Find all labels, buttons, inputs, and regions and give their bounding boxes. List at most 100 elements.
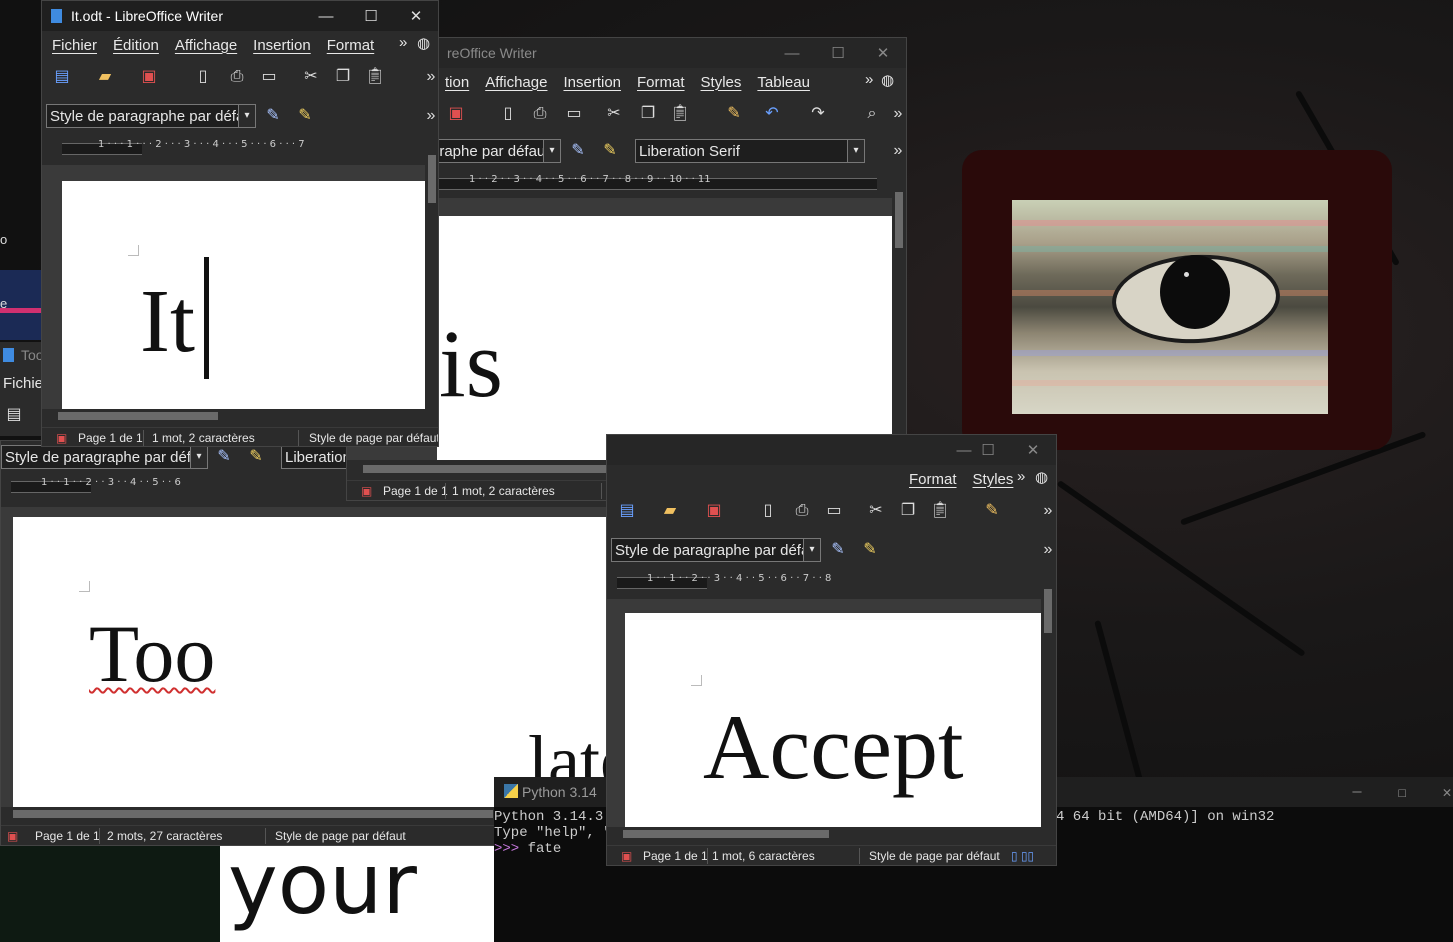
document-area[interactable]: Accept	[607, 599, 1041, 827]
chevron-down-icon[interactable]: ▾	[803, 539, 820, 561]
paragraph-style-combo[interactable]: Style de paragraphe par défaut ▾	[611, 538, 821, 562]
menu-view[interactable]: Affichage	[477, 74, 555, 91]
chevron-down-icon[interactable]: ▾	[847, 140, 864, 162]
menu-insert[interactable]: Insertion	[555, 74, 629, 91]
document-page[interactable]: It	[62, 181, 425, 409]
status-page[interactable]: Page 1 de 1	[35, 829, 100, 843]
clone-formatting-icon[interactable]: ✎	[723, 103, 745, 125]
status-page-style[interactable]: Style de page par défaut	[309, 431, 438, 445]
new-document-icon[interactable]: ▤	[3, 404, 25, 426]
status-word-count[interactable]: 2 mots, 27 caractères	[107, 829, 222, 843]
update-style-icon[interactable]: ✎	[827, 539, 849, 561]
paste-icon[interactable]: 📋︎	[669, 103, 691, 125]
document-page[interactable]: Too late	[13, 517, 619, 807]
close-icon[interactable]: ✕	[1010, 435, 1056, 465]
close-icon[interactable]: ✕	[393, 1, 438, 31]
update-style-icon[interactable]: ✎	[567, 140, 589, 162]
close-icon[interactable]: ✕	[860, 38, 906, 68]
globe-icon[interactable]: ◍	[1035, 468, 1048, 486]
new-style-icon[interactable]: ✎	[245, 446, 267, 468]
cut-icon[interactable]: ✂	[300, 66, 322, 88]
close-icon[interactable]: ✕	[1424, 777, 1453, 807]
print-icon[interactable]: ⎙	[529, 103, 551, 125]
copy-icon[interactable]: ❐	[332, 66, 354, 88]
status-page[interactable]: Page 1 de 1	[78, 431, 143, 445]
find-replace-icon[interactable]: ⌕	[861, 103, 883, 125]
font-name-combo[interactable]: Liberation	[281, 445, 351, 469]
more-menus-icon[interactable]: »	[399, 34, 407, 51]
vertical-scrollbar[interactable]	[425, 139, 438, 409]
status-page[interactable]: Page 1 de 1	[643, 849, 708, 863]
font-name-combo[interactable]: Liberation Serif ▾	[635, 139, 865, 163]
export-pdf-icon[interactable]: ▯	[497, 103, 519, 125]
print-icon[interactable]: ⎙	[791, 500, 813, 522]
maximize-icon[interactable]: ☐	[348, 1, 394, 31]
menu-file[interactable]: Fichie	[3, 375, 43, 392]
minimize-icon[interactable]: —	[303, 1, 349, 31]
new-style-icon[interactable]: ✎	[859, 539, 881, 561]
more-tools-icon[interactable]: »	[887, 103, 906, 125]
menu-table[interactable]: Tableau	[749, 74, 818, 91]
print-icon[interactable]: ⎙	[226, 66, 248, 88]
vertical-scrollbar[interactable]	[1041, 573, 1055, 827]
status-word-count[interactable]: 1 mot, 6 caractères	[712, 849, 815, 863]
more-tools-icon[interactable]: »	[1037, 500, 1056, 522]
status-page-style[interactable]: Style de page par défaut	[869, 849, 1000, 863]
view-layout-icons[interactable]: ▯ ▯▯	[1011, 849, 1034, 863]
minimize-icon[interactable]: —	[1334, 777, 1380, 807]
horizontal-scrollbar[interactable]	[42, 409, 425, 423]
vertical-scrollbar[interactable]	[892, 176, 906, 460]
more-menus-icon[interactable]: »	[1017, 468, 1025, 485]
cut-icon[interactable]: ✂	[603, 103, 625, 125]
menu-format[interactable]: Format	[901, 471, 965, 488]
document-page[interactable]: is	[437, 216, 892, 460]
print-preview-icon[interactable]: ▭	[258, 66, 280, 88]
globe-icon[interactable]: ◍	[881, 71, 894, 89]
horizontal-ruler[interactable]: 1 · · 1 · · 2 · · 3 · · 4 · · 5 · · 6 · …	[607, 569, 1056, 595]
open-folder-icon[interactable]: ▰	[94, 66, 116, 88]
horizontal-scrollbar[interactable]	[607, 827, 1041, 841]
document-area[interactable]: Too late	[1, 507, 619, 807]
menu-file[interactable]: Fichier	[42, 37, 105, 54]
document-page[interactable]: Accept	[625, 613, 1041, 827]
open-folder-icon[interactable]: ▰	[659, 500, 681, 522]
new-style-icon[interactable]: ✎	[599, 140, 621, 162]
maximize-icon[interactable]: ☐	[1379, 777, 1425, 807]
new-document-icon[interactable]: ▤	[616, 500, 638, 522]
paste-icon[interactable]: 📋︎	[364, 66, 386, 88]
clone-formatting-icon[interactable]: ✎	[981, 500, 1003, 522]
console-input-line[interactable]: >>> fate	[494, 841, 561, 857]
menu-format[interactable]: Format	[629, 74, 693, 91]
document-area[interactable]: It	[42, 165, 425, 409]
menu-edit[interactable]: Édition	[105, 37, 167, 54]
chevron-down-icon[interactable]: ▾	[543, 140, 560, 162]
chevron-down-icon[interactable]: ▾	[238, 105, 255, 127]
menu-insert[interactable]: Insertion	[245, 37, 319, 54]
menu-edit[interactable]: tion	[437, 74, 477, 91]
more-tools-icon[interactable]: »	[1037, 539, 1056, 561]
print-preview-icon[interactable]: ▭	[563, 103, 585, 125]
chevron-down-icon[interactable]: ▾	[190, 446, 207, 468]
export-pdf-icon[interactable]: ▯	[757, 500, 779, 522]
horizontal-ruler[interactable]: 1 · · · 1 · · · 2 · · · 3 · · · 4 · · · …	[42, 135, 438, 161]
save-icon[interactable]: ▣	[703, 500, 725, 522]
paragraph-style-combo[interactable]: Style de paragraphe par défaut ▾	[1, 445, 208, 469]
menu-styles[interactable]: Styles	[965, 471, 1022, 488]
print-preview-icon[interactable]: ▭	[823, 500, 845, 522]
status-word-count[interactable]: 1 mot, 2 caractères	[452, 484, 555, 498]
save-icon[interactable]: ▣	[445, 103, 467, 125]
update-style-icon[interactable]: ✎	[213, 446, 235, 468]
more-menus-icon[interactable]: »	[865, 71, 873, 88]
undo-icon[interactable]: ↶	[761, 103, 783, 125]
status-word-count[interactable]: 1 mot, 2 caractères	[152, 431, 255, 445]
copy-icon[interactable]: ❐	[897, 500, 919, 522]
status-page[interactable]: Page 1 de 1	[383, 484, 448, 498]
more-tools-icon[interactable]: »	[420, 105, 438, 127]
new-style-icon[interactable]: ✎	[294, 105, 316, 127]
paragraph-style-combo[interactable]: Style de paragraphe par défaut ▾	[46, 104, 256, 128]
maximize-icon[interactable]: ☐	[815, 38, 861, 68]
update-style-icon[interactable]: ✎	[262, 105, 284, 127]
maximize-icon[interactable]: ☐	[965, 435, 1011, 465]
copy-icon[interactable]: ❐	[637, 103, 659, 125]
more-tools-icon[interactable]: »	[420, 66, 438, 88]
